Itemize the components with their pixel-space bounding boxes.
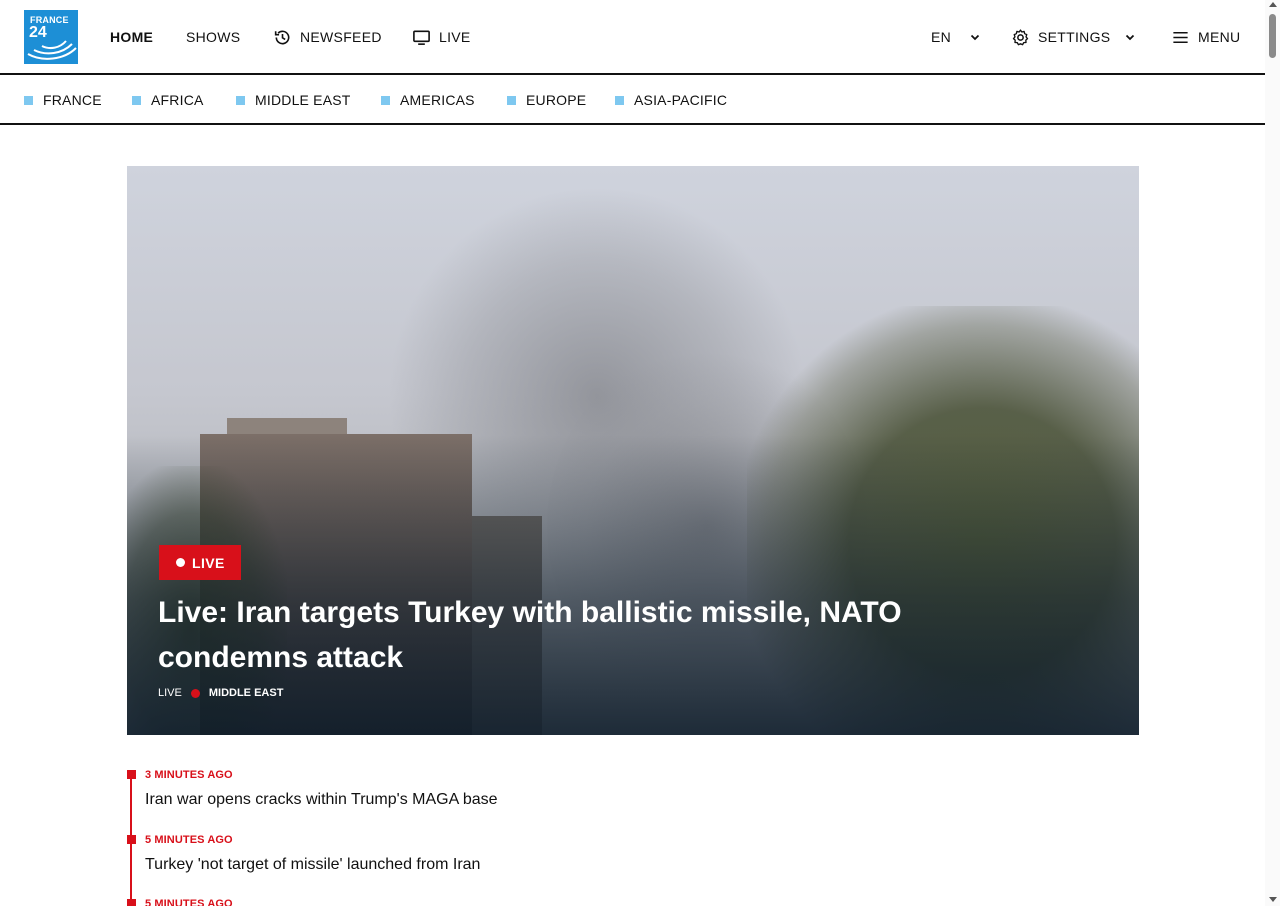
settings-label: SETTINGS: [1038, 29, 1111, 45]
region-label: MIDDLE EAST: [255, 92, 351, 108]
scrollbar-thumb[interactable]: [1269, 14, 1276, 58]
feed-item-time: 5 MINUTES AGO: [145, 834, 233, 846]
feed-item-headline[interactable]: Iran war opens cracks within Trump's MAG…: [145, 791, 498, 809]
hamburger-menu-icon: [1173, 31, 1188, 43]
timeline-marker-icon: [127, 899, 136, 906]
region-square-icon: [24, 95, 33, 105]
nav-home-label: HOME: [110, 29, 154, 45]
region-label: AFRICA: [151, 92, 204, 108]
france24-logo[interactable]: FRANCE 24: [24, 10, 78, 64]
chevron-down-icon: [970, 34, 980, 41]
nav-live-label: LIVE: [439, 29, 471, 45]
logo-text-24: 24: [29, 24, 47, 41]
language-selector[interactable]: EN: [931, 27, 983, 47]
regions-nav: FRANCE AFRICA MIDDLE EAST AMERICAS EUROP…: [0, 75, 1265, 125]
hero-story[interactable]: LIVE Live: Iran targets Turkey with ball…: [127, 166, 1139, 735]
region-label: ASIA-PACIFIC: [634, 92, 728, 108]
top-header: FRANCE 24 HOME SHOWS NEWSFEED LIVE EN SE…: [0, 0, 1265, 75]
region-square-icon: [236, 95, 245, 105]
language-label: EN: [931, 29, 952, 45]
region-square-icon: [615, 95, 624, 105]
feed-item-time: 3 MINUTES AGO: [145, 769, 233, 781]
region-label: AMERICAS: [400, 92, 475, 108]
region-link-africa[interactable]: AFRICA: [132, 92, 204, 108]
timeline-marker-icon: [127, 835, 136, 844]
nav-newsfeed[interactable]: NEWSFEED: [273, 27, 382, 47]
nav-home[interactable]: HOME: [110, 27, 153, 47]
nav-shows-label: SHOWS: [186, 29, 241, 45]
feed-item-headline[interactable]: Turkey 'not target of missile' launched …: [145, 856, 480, 874]
region-square-icon: [132, 95, 141, 105]
page-scrollbar[interactable]: [1265, 0, 1280, 906]
region-square-icon: [381, 95, 390, 105]
live-badge-label: LIVE: [192, 554, 225, 571]
region-label: EUROPE: [526, 92, 587, 108]
nav-shows[interactable]: SHOWS: [186, 27, 240, 47]
live-dot-icon: [190, 688, 200, 698]
nav-live[interactable]: LIVE: [412, 27, 471, 47]
hero-meta: LIVE MIDDLE EAST: [158, 687, 283, 699]
nav-newsfeed-label: NEWSFEED: [300, 29, 382, 45]
chevron-down-icon: [1126, 34, 1135, 41]
region-link-france[interactable]: FRANCE: [24, 92, 102, 108]
region-link-asia-pacific[interactable]: ASIA-PACIFIC: [615, 92, 727, 108]
timeline-marker-icon: [127, 770, 136, 779]
live-badge: LIVE: [159, 545, 241, 580]
menu-label: MENU: [1198, 29, 1241, 45]
tv-icon: [413, 30, 430, 45]
gear-icon: [1012, 28, 1029, 45]
hero-meta-type: LIVE: [158, 687, 182, 699]
region-link-middle-east[interactable]: MIDDLE EAST: [236, 92, 351, 108]
live-dot-icon: [176, 558, 185, 567]
scroll-up-icon[interactable]: [1269, 2, 1277, 7]
region-label: FRANCE: [43, 92, 102, 108]
scroll-down-icon[interactable]: [1269, 897, 1277, 902]
hero-headline[interactable]: Live: Iran targets Turkey with ballistic…: [158, 590, 1058, 680]
hero-meta-region[interactable]: MIDDLE EAST: [209, 687, 284, 699]
region-square-icon: [507, 95, 516, 105]
region-link-americas[interactable]: AMERICAS: [381, 92, 475, 108]
region-link-europe[interactable]: EUROPE: [507, 92, 586, 108]
feed-item-time: 5 MINUTES AGO: [145, 898, 233, 906]
settings-button[interactable]: SETTINGS: [1011, 27, 1138, 47]
history-icon: [274, 30, 290, 44]
menu-button[interactable]: MENU: [1171, 27, 1240, 47]
